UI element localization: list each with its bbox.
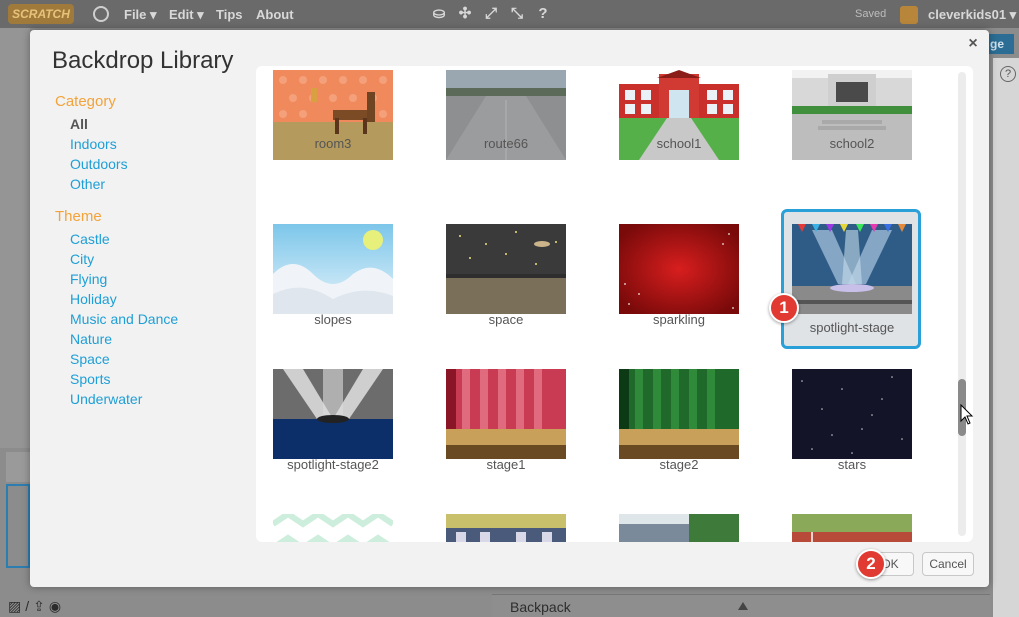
backdrop-thumbnail	[446, 369, 566, 459]
backdrop-thumbnail	[273, 514, 393, 542]
backdrop-tile-spotlight-stage[interactable]: spotlight-stage	[781, 209, 921, 349]
backdrop-thumbnail	[273, 224, 393, 314]
username-menu[interactable]: cleverkids01 ▾	[928, 7, 1016, 23]
menu-file[interactable]: File ▾	[124, 7, 157, 23]
chevron-up-icon[interactable]	[738, 602, 748, 610]
backdrop-tile-partial-1[interactable]	[257, 505, 397, 542]
stage-button[interactable]: ge	[988, 34, 1014, 54]
user-folder-icon[interactable]	[900, 6, 918, 24]
stage-thumbnail[interactable]	[6, 484, 30, 568]
camera-icon[interactable]: ◉	[49, 598, 65, 614]
backdrop-name: space	[488, 312, 524, 327]
backdrop-name: room3	[314, 136, 352, 151]
backdrop-library-dialog: Backdrop Library × Category All Indoors …	[30, 30, 989, 587]
backdrop-thumbnail	[619, 514, 739, 542]
theme-sports[interactable]: Sports	[70, 371, 110, 387]
backdrop-thumbnail	[446, 514, 566, 542]
backdrop-thumbnail	[619, 224, 739, 314]
backdrop-tile-stage2[interactable]: stage2	[603, 360, 743, 500]
backdrop-name: stage2	[659, 457, 699, 472]
category-other[interactable]: Other	[70, 176, 105, 192]
backdrop-name: slopes	[314, 312, 352, 327]
paint-brush-icon[interactable]: /	[25, 598, 33, 614]
help-icon[interactable]: ?	[1000, 66, 1016, 82]
saved-status: Saved	[855, 8, 887, 20]
backdrop-thumbnail	[619, 369, 739, 459]
new-backdrop-tools: ▨/⇪◉	[8, 598, 65, 615]
backdrop-tile-partial-2[interactable]	[430, 505, 570, 542]
category-outdoors[interactable]: Outdoors	[70, 156, 128, 172]
editor-right-panel	[993, 58, 1019, 617]
menu-tips[interactable]: Tips	[216, 7, 243, 22]
backdrop-tile-partial-3[interactable]	[603, 505, 743, 542]
backdrop-name: route66	[483, 136, 529, 151]
backdrop-tile-space[interactable]: space	[430, 215, 570, 355]
backdrop-tile-partial-4[interactable]	[776, 505, 916, 542]
editor-left-panel	[0, 28, 30, 448]
help-block-icon[interactable]: ?	[535, 6, 551, 22]
theme-underwater[interactable]: Underwater	[70, 391, 142, 407]
backdrop-tile-sparkling[interactable]: sparkling	[603, 215, 743, 355]
backdrop-grid: room3 route66 school1 school2 slopes spa…	[256, 66, 973, 542]
backdrop-name: spotlight-stage	[809, 320, 895, 335]
upload-icon[interactable]: ⇪	[33, 598, 49, 614]
close-icon[interactable]: ×	[965, 36, 981, 52]
theme-city[interactable]: City	[70, 251, 94, 267]
grid-scrollbar-track[interactable]	[958, 72, 966, 536]
step-2-badge: 2	[856, 549, 886, 579]
cancel-button[interactable]: Cancel	[922, 552, 974, 576]
mouse-cursor-icon	[960, 404, 974, 425]
category-all[interactable]: All	[70, 116, 88, 132]
backdrop-name: stage1	[486, 457, 526, 472]
theme-flying[interactable]: Flying	[70, 271, 107, 287]
grow-icon[interactable]: ⤢	[483, 6, 499, 22]
globe-icon[interactable]	[93, 6, 109, 22]
backdrop-tile-school1[interactable]: school1	[603, 66, 743, 200]
backdrop-thumbnail	[792, 514, 912, 542]
backdrop-tile-stars[interactable]: stars	[776, 360, 916, 500]
backdrop-thumbnail	[446, 224, 566, 314]
backdrop-tile-slopes[interactable]: slopes	[257, 215, 397, 355]
backdrop-tile-stage1[interactable]: stage1	[430, 360, 570, 500]
scratch-logo[interactable]: SCRATCH	[8, 4, 74, 24]
backdrop-name: sparkling	[652, 312, 706, 327]
theme-castle[interactable]: Castle	[70, 231, 110, 247]
shrink-icon[interactable]: ⤡	[509, 6, 525, 22]
theme-holiday[interactable]: Holiday	[70, 291, 117, 307]
backdrop-name: spotlight-stage2	[287, 457, 379, 472]
backdrop-thumbnail	[273, 369, 393, 459]
theme-music-and-dance[interactable]: Music and Dance	[70, 311, 178, 327]
theme-space[interactable]: Space	[70, 351, 110, 367]
backdrop-name: school1	[656, 136, 702, 151]
backdrop-tile-route66[interactable]: route66	[430, 66, 570, 200]
backdrop-tile-spotlight-stage2[interactable]: spotlight-stage2	[257, 360, 397, 500]
theme-heading: Theme	[55, 208, 102, 225]
backdrop-thumbnail	[792, 224, 912, 314]
backdrop-tile-school2[interactable]: school2	[776, 66, 916, 200]
backdrop-name: school2	[829, 136, 875, 151]
backdrop-name: stars	[837, 457, 867, 472]
image-icon[interactable]: ▨	[8, 598, 25, 614]
menu-edit[interactable]: Edit ▾	[169, 7, 204, 23]
backpack-bar[interactable]: Backpack	[492, 594, 990, 617]
backpack-label: Backpack	[510, 599, 571, 615]
category-heading: Category	[55, 93, 116, 110]
cut-icon[interactable]: ✣	[457, 6, 473, 22]
top-menu-bar: SCRATCH File ▾ Edit ▾ Tips About ⛀ ✣ ⤢ ⤡…	[0, 0, 1019, 28]
backdrop-thumbnail	[792, 369, 912, 459]
backdrop-tile-room3[interactable]: room3	[257, 66, 397, 200]
step-1-badge: 1	[769, 293, 799, 323]
sprite-tray	[6, 452, 30, 482]
dialog-title: Backdrop Library	[52, 47, 234, 74]
menu-about[interactable]: About	[256, 7, 294, 22]
duplicate-icon[interactable]: ⛀	[431, 6, 447, 22]
category-indoors[interactable]: Indoors	[70, 136, 117, 152]
theme-nature[interactable]: Nature	[70, 331, 112, 347]
